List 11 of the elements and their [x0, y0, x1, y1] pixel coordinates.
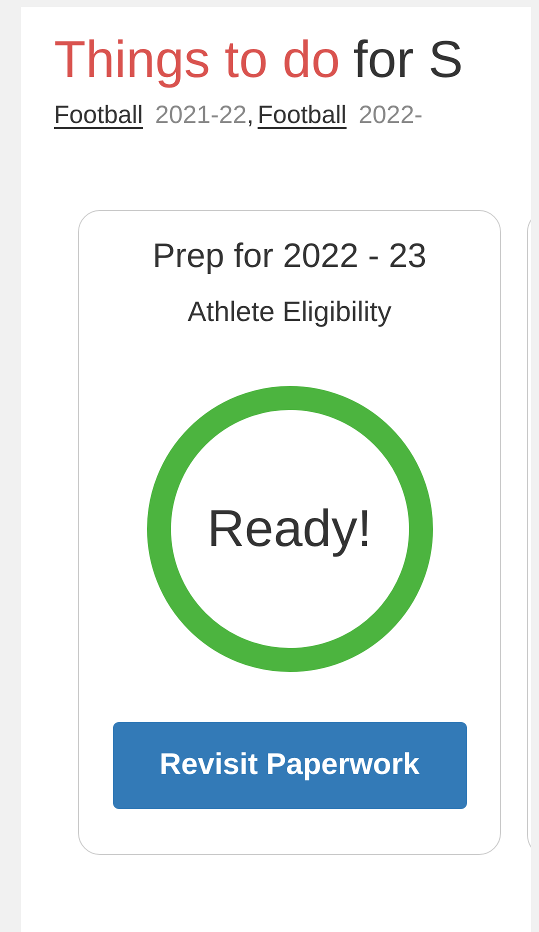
separator: , — [246, 100, 254, 130]
team-link[interactable]: Football — [54, 100, 143, 130]
team-link[interactable]: Football — [258, 100, 347, 130]
season-label: 2022- — [358, 100, 423, 130]
season-label: 2021-22 — [154, 100, 247, 130]
page-title-highlight: Things to do — [54, 30, 340, 91]
page-title: for S — [353, 30, 464, 91]
revisit-button[interactable]: Revisit Paperwork — [112, 722, 466, 809]
card-subtitle: Athlete Eligibility — [188, 296, 392, 328]
card-title: Prep for 2022 - 23 — [152, 236, 427, 276]
status-label: Ready! — [207, 498, 372, 559]
